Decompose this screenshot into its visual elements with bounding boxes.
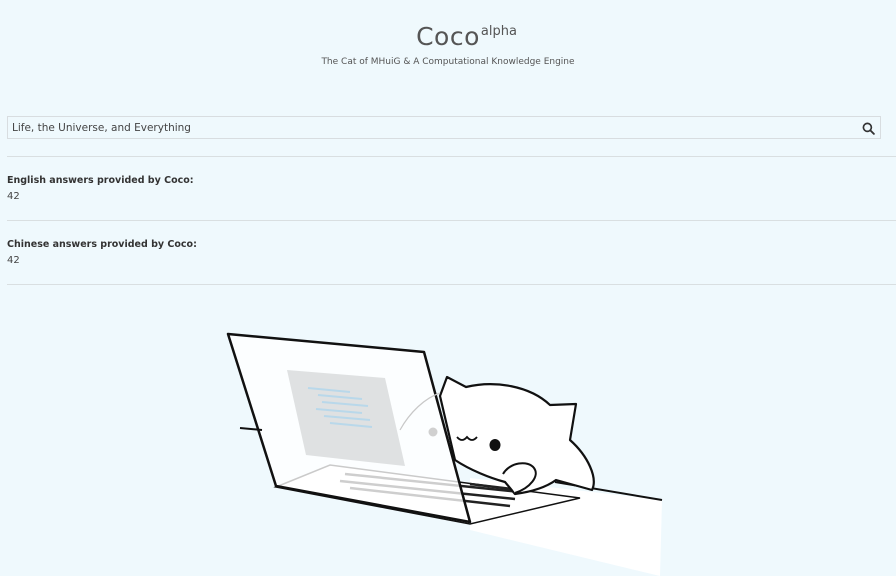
title-superscript: alpha: [480, 24, 517, 39]
answer-value: 42: [7, 255, 20, 266]
page: Coco alpha The Cat of MHuiG & A Computati…: [0, 0, 896, 576]
cat-eye: [489, 439, 501, 451]
header: Coco alpha The Cat of MHuiG & A Computati…: [0, 22, 896, 67]
answer-chinese: Chinese answers provided by Coco: 42: [7, 239, 197, 266]
search-button[interactable]: [858, 118, 878, 138]
answer-english: English answers provided by Coco: 42: [7, 175, 194, 202]
answer-value: 42: [7, 191, 20, 202]
page-title: Coco: [416, 22, 480, 51]
divider: [7, 156, 896, 157]
answer-label: Chinese answers provided by Coco:: [7, 239, 197, 250]
divider: [7, 220, 896, 221]
answer-label: English answers provided by Coco:: [7, 175, 194, 186]
search-icon: [862, 122, 875, 135]
search-input[interactable]: [8, 117, 856, 138]
title-wrap: Coco alpha: [416, 22, 517, 51]
page-subtitle: The Cat of MHuiG & A Computational Knowl…: [321, 57, 575, 67]
search-bar: [7, 116, 881, 139]
divider: [7, 284, 896, 285]
cat-ghost-dot: [428, 427, 438, 437]
cat-typing-on-laptop-illustration: [226, 332, 663, 576]
